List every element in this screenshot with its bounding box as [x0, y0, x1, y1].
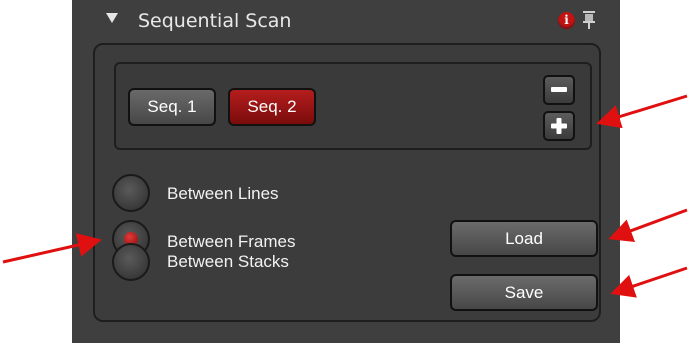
arrow-to-load [608, 208, 688, 243]
arrow-to-between-frames [2, 233, 102, 264]
arrow-to-save [610, 266, 688, 298]
arrow-to-add-sequence [596, 94, 688, 129]
annotation-arrows [2, 94, 688, 298]
